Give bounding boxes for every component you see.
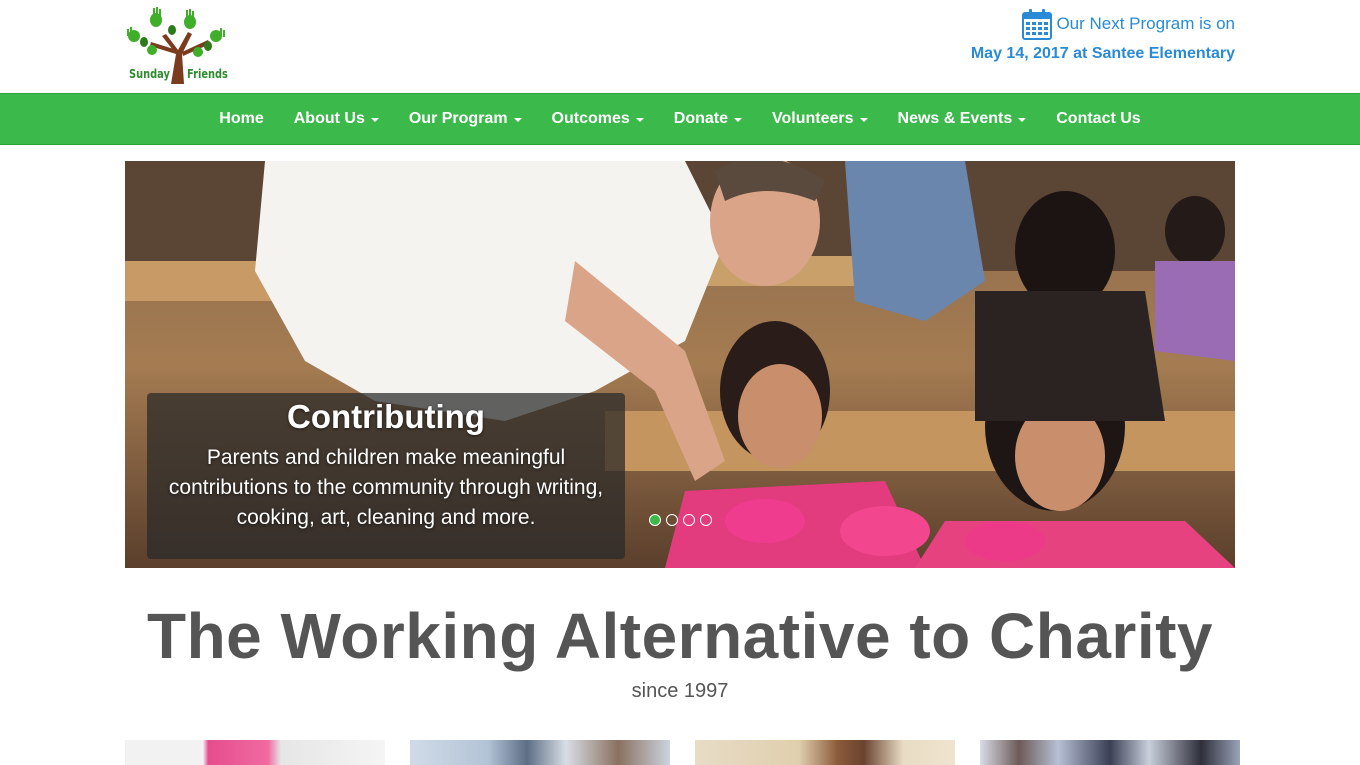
- logo[interactable]: Sunday Friends: [122, 6, 232, 86]
- nav-label: Outcomes: [551, 110, 630, 127]
- carousel-dot-2[interactable]: [666, 514, 678, 526]
- nav-label: Our Program: [408, 110, 508, 127]
- nav-volunteers[interactable]: Volunteers: [757, 110, 883, 128]
- caption-title: Contributing: [287, 398, 485, 435]
- caret-down-icon: [734, 118, 743, 122]
- hero-carousel[interactable]: Contributing Parents and children make m…: [125, 161, 1235, 568]
- nav-our-program[interactable]: Our Program: [394, 110, 537, 128]
- carousel-dot-1[interactable]: [649, 514, 661, 526]
- tagline-subtitle: since 1997: [631, 680, 729, 702]
- carousel-indicators: [649, 514, 712, 526]
- nav-news-events[interactable]: News & Events: [883, 110, 1042, 128]
- next-program-date[interactable]: May 14, 2017 at Santee Elementary: [971, 45, 1235, 62]
- nav-label: Volunteers: [772, 110, 854, 127]
- caret-down-icon: [370, 118, 379, 122]
- main-nav: Home About Us Our Program Outcomes Donat…: [0, 93, 1360, 145]
- logo-word-friends: Friends: [187, 67, 228, 81]
- feature-thumbnail-2[interactable]: [410, 740, 670, 765]
- carousel-dot-3[interactable]: [683, 514, 695, 526]
- feature-thumbnail-3[interactable]: [695, 740, 955, 765]
- nav-home[interactable]: Home: [204, 110, 278, 128]
- nav-outcomes[interactable]: Outcomes: [537, 110, 659, 128]
- caret-down-icon: [635, 118, 644, 122]
- nav-contact-us[interactable]: Contact Us: [1041, 110, 1155, 128]
- feature-thumbnail-4[interactable]: [980, 740, 1240, 765]
- nav-about-us[interactable]: About Us: [279, 110, 394, 128]
- nav-label: Contact Us: [1056, 110, 1141, 127]
- site-header: Sunday Friends Our Next Program is on Ma…: [0, 0, 1360, 93]
- carousel-caption: Contributing Parents and children make m…: [147, 393, 625, 559]
- tagline-title: The Working Alternative to Charity: [146, 600, 1214, 672]
- caret-down-icon: [1018, 118, 1027, 122]
- logo-word-sunday: Sunday: [129, 67, 170, 81]
- next-program-label[interactable]: Our Next Program is on: [1056, 14, 1235, 34]
- carousel-dot-4[interactable]: [700, 514, 712, 526]
- next-program-notice: Our Next Program is on May 14, 2017 at S…: [971, 8, 1235, 63]
- nav-label: News & Events: [897, 110, 1013, 127]
- nav-label: Home: [219, 110, 264, 127]
- caret-down-icon: [859, 118, 868, 122]
- caption-text: Parents and children make meaningful con…: [168, 446, 604, 529]
- nav-label: About Us: [293, 110, 365, 127]
- nav-donate[interactable]: Donate: [659, 110, 757, 128]
- calendar-icon: [1022, 8, 1053, 40]
- feature-thumbnail-1[interactable]: [125, 740, 385, 765]
- nav-label: Donate: [673, 110, 729, 127]
- caret-down-icon: [513, 118, 522, 122]
